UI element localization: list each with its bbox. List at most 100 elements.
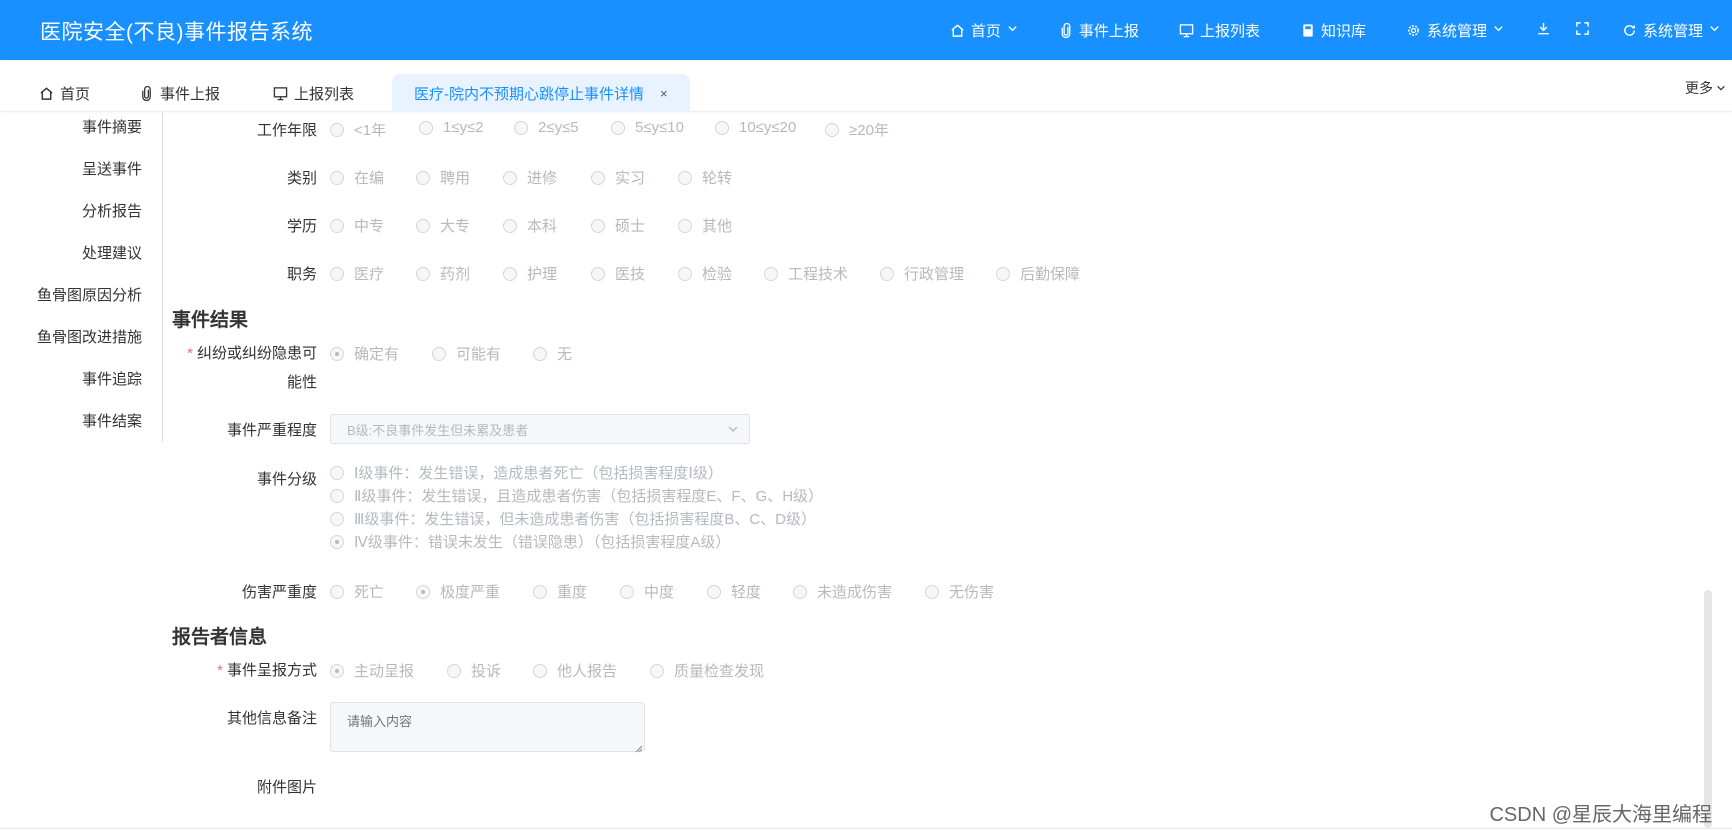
- radio-dispute-none[interactable]: 无: [533, 343, 572, 364]
- home-icon: [38, 85, 54, 101]
- radio-position-medical[interactable]: 医疗: [330, 263, 384, 284]
- radio-work-years-gt20[interactable]: ≥20年: [825, 119, 889, 140]
- radio-method-complaint[interactable]: 投诉: [447, 660, 501, 681]
- vertical-scrollbar[interactable]: [1704, 590, 1712, 828]
- radio-method-quality-check[interactable]: 质量检查发现: [650, 660, 764, 681]
- anchor-item-summary[interactable]: 事件摘要: [82, 116, 142, 137]
- radio-education-other[interactable]: 其他: [678, 215, 732, 236]
- radio-label: 硕士: [615, 218, 646, 235]
- download-button[interactable]: [1524, 0, 1563, 60]
- radio-injury-death[interactable]: 死亡: [330, 581, 384, 602]
- radio-circle: [533, 584, 547, 599]
- radio-circle: [825, 122, 839, 137]
- anchor-item-analysis[interactable]: 分析报告: [82, 200, 142, 221]
- radio-label: 主动呈报: [354, 663, 415, 680]
- radio-label: 聘用: [440, 170, 471, 187]
- tab-home[interactable]: 首页: [38, 74, 90, 112]
- radio-position-nursing[interactable]: 护理: [503, 263, 557, 284]
- watermark: CSDN @星辰大海里编程: [1489, 804, 1712, 826]
- nav-report-list[interactable]: 上报列表: [1159, 0, 1280, 60]
- radio-circle: [678, 170, 692, 185]
- anchor-item-suggestion[interactable]: 处理建议: [82, 242, 142, 263]
- anchor-item-tracking[interactable]: 事件追踪: [82, 368, 142, 389]
- nav-event-report[interactable]: 事件上报: [1038, 0, 1159, 60]
- radio-label: Ⅳ级事件：错误未发生（错误隐患）（包括损害程度A级）: [354, 534, 731, 551]
- radio-category-rotation[interactable]: 轮转: [678, 167, 732, 188]
- radio-method-active[interactable]: 主动呈报: [330, 660, 414, 681]
- radio-work-years-5-10[interactable]: 5≤y≤10: [611, 119, 684, 136]
- tab-report-list[interactable]: 上报列表: [272, 74, 354, 112]
- top-header: 医院安全(不良)事件报告系统 首页 事件上报 上报列表 知识库 系统管理 系统管…: [0, 0, 1732, 60]
- radio-injury-none[interactable]: 无伤害: [925, 581, 994, 602]
- close-icon[interactable]: ×: [660, 86, 668, 101]
- radio-grade-1[interactable]: Ⅰ级事件：发生错误，造成患者死亡（包括损害程度Ⅰ级）: [330, 462, 723, 483]
- radio-work-years-1-2[interactable]: 1≤y≤2: [419, 119, 484, 136]
- monitor-icon: [1179, 22, 1195, 38]
- radio-position-pharmacy[interactable]: 药剂: [416, 263, 470, 284]
- radio-dispute-certain[interactable]: 确定有: [330, 343, 399, 364]
- radio-dispute-possible[interactable]: 可能有: [432, 343, 501, 364]
- position-label: 职务: [286, 266, 317, 283]
- radio-education-college[interactable]: 大专: [416, 215, 470, 236]
- tab-event-detail[interactable]: 医疗-院内不预期心跳停止事件详情 ×: [392, 74, 690, 112]
- radio-work-years-10-20[interactable]: 10≤y≤20: [715, 119, 796, 136]
- radio-injury-moderate[interactable]: 中度: [620, 581, 674, 602]
- radio-label: 2≤y≤5: [538, 119, 579, 136]
- radio-position-medtech[interactable]: 医技: [591, 263, 645, 284]
- radio-position-logistics[interactable]: 后勤保障: [996, 263, 1080, 284]
- radio-category-staff[interactable]: 在编: [330, 167, 384, 188]
- radio-circle: [330, 122, 344, 137]
- radio-injury-mild[interactable]: 轻度: [707, 581, 761, 602]
- radio-grade-4[interactable]: Ⅳ级事件：错误未发生（错误隐患）（包括损害程度A级）: [330, 531, 730, 552]
- chevron-down-icon: [1493, 23, 1504, 37]
- radio-work-years-2-5[interactable]: 2≤y≤5: [514, 119, 579, 136]
- radio-injury-severe[interactable]: 重度: [533, 581, 587, 602]
- resize-grip-icon[interactable]: [633, 740, 643, 753]
- anchor-item-closure[interactable]: 事件结案: [82, 410, 142, 431]
- anchor-item-fishbone-cause[interactable]: 鱼骨图原因分析: [37, 284, 142, 305]
- radio-circle: [591, 218, 605, 233]
- anchor-item-submit[interactable]: 呈送事件: [82, 158, 142, 179]
- radio-circle: [330, 488, 344, 503]
- notes-textarea[interactable]: [330, 702, 645, 752]
- nav-report-list-label: 上报列表: [1199, 22, 1260, 40]
- nav-home[interactable]: 首页: [930, 0, 1038, 60]
- radio-education-bachelor[interactable]: 本科: [503, 215, 557, 236]
- radio-method-others[interactable]: 他人报告: [533, 660, 617, 681]
- radio-grade-3[interactable]: Ⅲ级事件：发生错误，但未造成患者伤害（包括损害程度B、C、D级）: [330, 508, 816, 529]
- radio-circle: [880, 266, 894, 281]
- book-icon: [1300, 22, 1316, 38]
- radio-circle: [793, 584, 807, 599]
- radio-work-years-lt1[interactable]: <1年: [330, 119, 386, 140]
- fullscreen-button[interactable]: [1563, 0, 1602, 60]
- tab-home-label: 首页: [60, 85, 91, 103]
- tab-event-report[interactable]: 事件上报: [138, 74, 220, 112]
- radio-label: 医疗: [354, 266, 385, 283]
- dispute-label-text: 纠纷或纠纷隐患可: [196, 345, 317, 362]
- user-menu[interactable]: 系统管理: [1602, 0, 1732, 60]
- anchor-menu: 事件摘要 呈送事件 分析报告 处理建议 鱼骨图原因分析 鱼骨图改进措施 事件追踪…: [0, 112, 163, 442]
- severity-select[interactable]: B级:不良事件发生但未累及患者: [330, 414, 750, 444]
- nav-knowledge-base[interactable]: 知识库: [1280, 0, 1386, 60]
- radio-education-master[interactable]: 硕士: [591, 215, 645, 236]
- download-icon: [1536, 21, 1551, 40]
- radio-category-intern[interactable]: 实习: [591, 167, 645, 188]
- more-tabs-button[interactable]: 更多: [1685, 78, 1726, 98]
- radio-position-lab[interactable]: 检验: [678, 263, 732, 284]
- radio-injury-no-harm-caused[interactable]: 未造成伤害: [793, 581, 892, 602]
- radio-label: 可能有: [456, 346, 502, 363]
- radio-education-secondary[interactable]: 中专: [330, 215, 384, 236]
- radio-category-training[interactable]: 进修: [503, 167, 557, 188]
- radio-label: 检验: [702, 266, 733, 283]
- anchor-item-fishbone-improve[interactable]: 鱼骨图改进措施: [37, 326, 142, 347]
- radio-category-hired[interactable]: 聘用: [416, 167, 470, 188]
- radio-position-engineering[interactable]: 工程技术: [764, 263, 848, 284]
- nav-system-management[interactable]: 系统管理: [1386, 0, 1524, 60]
- radio-label: 行政管理: [904, 266, 965, 283]
- radio-circle: [591, 266, 605, 281]
- radio-grade-2[interactable]: Ⅱ级事件：发生错误，且造成患者伤害（包括损害程度E、F、G、H级）: [330, 485, 823, 506]
- top-nav: 首页 事件上报 上报列表 知识库 系统管理 系统管理: [930, 0, 1732, 60]
- radio-circle: [514, 120, 528, 135]
- radio-injury-extreme[interactable]: 极度严重: [416, 581, 500, 602]
- radio-position-admin[interactable]: 行政管理: [880, 263, 964, 284]
